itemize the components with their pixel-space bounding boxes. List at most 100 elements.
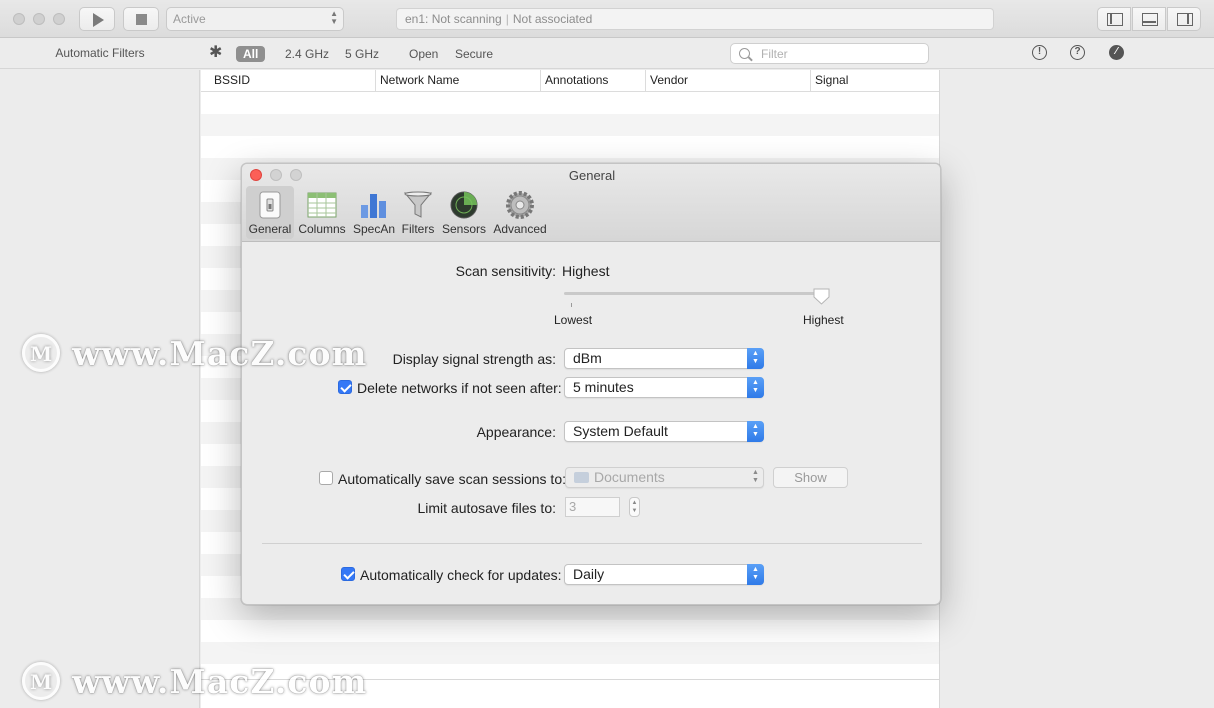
- tab-general[interactable]: General: [246, 186, 294, 239]
- tab-specan-label: SpecAn: [352, 222, 396, 236]
- sidebar-right-icon: [1177, 13, 1193, 26]
- window-zoom-button[interactable]: [53, 13, 65, 25]
- state-popup[interactable]: Active ▲ ▼: [166, 7, 344, 31]
- tab-columns[interactable]: Columns: [296, 186, 348, 239]
- autosave-label: Automatically save scan sessions to:: [338, 471, 566, 487]
- tab-advanced[interactable]: Advanced: [490, 186, 550, 239]
- filter-chip-all[interactable]: All: [236, 46, 266, 62]
- check-updates-label: Automatically check for updates:: [360, 567, 562, 583]
- help-icon[interactable]: ?: [1070, 45, 1085, 60]
- gear-icon[interactable]: ✱: [209, 45, 222, 61]
- search-icon: [739, 48, 750, 59]
- column-bssid[interactable]: BSSID: [210, 70, 375, 92]
- slider-max-label: Highest: [803, 313, 844, 327]
- tab-sensors-label: Sensors: [441, 222, 487, 236]
- watermark: M www.MacZ.com: [22, 334, 366, 374]
- section-divider: [262, 543, 922, 544]
- filters-sidebar: [0, 70, 200, 708]
- column-network-name[interactable]: Network Name: [375, 70, 540, 92]
- scan-status-field: en1: Not scanning | Not associated: [396, 8, 994, 30]
- limit-autosave-field[interactable]: 3: [565, 497, 620, 517]
- filter-chip-secure[interactable]: Secure: [455, 46, 493, 62]
- tab-specan[interactable]: SpecAn: [350, 186, 398, 239]
- sensitivity-slider-track[interactable]: [564, 292, 822, 295]
- radar-icon: [450, 191, 478, 219]
- appearance-value: System Default: [573, 423, 668, 439]
- bottom-pane-icon: [1142, 13, 1158, 26]
- state-popup-value: Active: [173, 12, 206, 26]
- column-annotations[interactable]: Annotations: [540, 70, 645, 92]
- table-row: [201, 114, 939, 136]
- select-arrows-icon: ▲ ▼: [747, 377, 764, 398]
- scan-sensitivity-label: Scan sensitivity:: [455, 263, 556, 279]
- toggle-left-pane-button[interactable]: [1097, 7, 1131, 31]
- filter-search-input[interactable]: Filter: [730, 43, 929, 64]
- watermark-text: www.MacZ.com: [72, 662, 368, 701]
- signal-strength-value: dBm: [573, 350, 602, 366]
- updown-arrows-icon: ▲ ▼: [330, 9, 338, 26]
- toggle-right-pane-button[interactable]: [1167, 7, 1201, 31]
- switch-icon: [259, 191, 281, 219]
- sensitivity-slider-knob[interactable]: [813, 288, 830, 305]
- delete-networks-value: 5 minutes: [573, 379, 634, 395]
- select-arrows-icon: ▲ ▼: [747, 421, 764, 442]
- show-folder-button[interactable]: Show: [773, 467, 848, 488]
- preferences-window: General General Columns SpecAn Filters S…: [241, 163, 941, 605]
- slider-min-label: Lowest: [554, 313, 593, 327]
- filter-chip-5ghz[interactable]: 5 GHz: [345, 46, 379, 62]
- preferences-toolbar: General General Columns SpecAn Filters S…: [242, 164, 940, 242]
- limit-autosave-label: Limit autosave files to:: [417, 500, 556, 516]
- autosave-folder-value: Documents: [594, 469, 665, 485]
- check-updates-select[interactable]: Daily ▲ ▼: [564, 564, 764, 585]
- stop-icon: [136, 14, 147, 25]
- watermark-logo: M: [22, 662, 60, 700]
- info-exclamation-icon[interactable]: !: [1032, 45, 1047, 60]
- limit-autosave-stepper[interactable]: ▲ ▼: [629, 497, 640, 517]
- window-minimize-button[interactable]: [33, 13, 45, 25]
- gear-advanced-icon: [506, 191, 534, 219]
- start-scan-button[interactable]: [79, 7, 115, 31]
- select-arrows-icon: ▲ ▼: [747, 564, 764, 585]
- table-row: [201, 642, 939, 664]
- signal-strength-select[interactable]: dBm ▲ ▼: [564, 348, 764, 369]
- autosave-folder-select[interactable]: Documents ▲ ▼: [565, 467, 764, 488]
- spreadsheet-icon: [307, 192, 337, 218]
- window-close-button[interactable]: [13, 13, 25, 25]
- scan-sensitivity-value: Highest: [562, 263, 610, 279]
- appearance-label: Appearance:: [476, 424, 556, 440]
- sidebar-left-icon: [1107, 13, 1123, 26]
- watermark-logo: M: [22, 334, 60, 372]
- bar-chart-icon: [361, 194, 386, 218]
- toggle-bottom-pane-button[interactable]: [1132, 7, 1166, 31]
- folder-icon: [574, 472, 589, 483]
- slider-tick: [571, 303, 572, 307]
- stop-scan-button[interactable]: [123, 7, 159, 31]
- filter-chip-open[interactable]: Open: [409, 46, 438, 62]
- check-updates-value: Daily: [573, 566, 605, 582]
- column-vendor[interactable]: Vendor: [645, 70, 810, 92]
- table-header: BSSID Network Name Annotations Vendor Si…: [201, 70, 939, 92]
- filter-bar: Automatic Filters ✱ All 2.4 GHz 5 GHz Op…: [0, 39, 1214, 69]
- autosave-checkbox[interactable]: [319, 471, 333, 485]
- main-toolbar: Active ▲ ▼ en1: Not scanning | Not associat…: [0, 0, 1214, 38]
- tab-filters-label: Filters: [401, 222, 435, 236]
- tab-sensors[interactable]: Sensors: [440, 186, 488, 239]
- funnel-icon: [403, 191, 433, 218]
- prefs-window-title: General: [568, 168, 616, 183]
- check-updates-checkbox[interactable]: [341, 567, 355, 581]
- select-arrows-icon: ▲ ▼: [747, 348, 764, 369]
- column-signal[interactable]: Signal: [810, 70, 939, 92]
- watermark: M www.MacZ.com: [22, 662, 366, 702]
- tab-general-label: General: [248, 222, 292, 236]
- search-placeholder: Filter: [761, 47, 788, 61]
- tab-filters[interactable]: Filters: [398, 186, 438, 239]
- filter-chip-2-4ghz[interactable]: 2.4 GHz: [285, 46, 329, 62]
- play-icon: [93, 13, 104, 27]
- compass-icon[interactable]: ⁄: [1109, 45, 1124, 60]
- tab-advanced-label: Advanced: [493, 222, 547, 236]
- select-arrows-icon: ▲ ▼: [752, 469, 759, 484]
- status-association: Not associated: [512, 12, 593, 26]
- delete-networks-select[interactable]: 5 minutes ▲ ▼: [564, 377, 764, 398]
- appearance-select[interactable]: System Default ▲ ▼: [564, 421, 764, 442]
- delete-networks-checkbox[interactable]: [338, 380, 352, 394]
